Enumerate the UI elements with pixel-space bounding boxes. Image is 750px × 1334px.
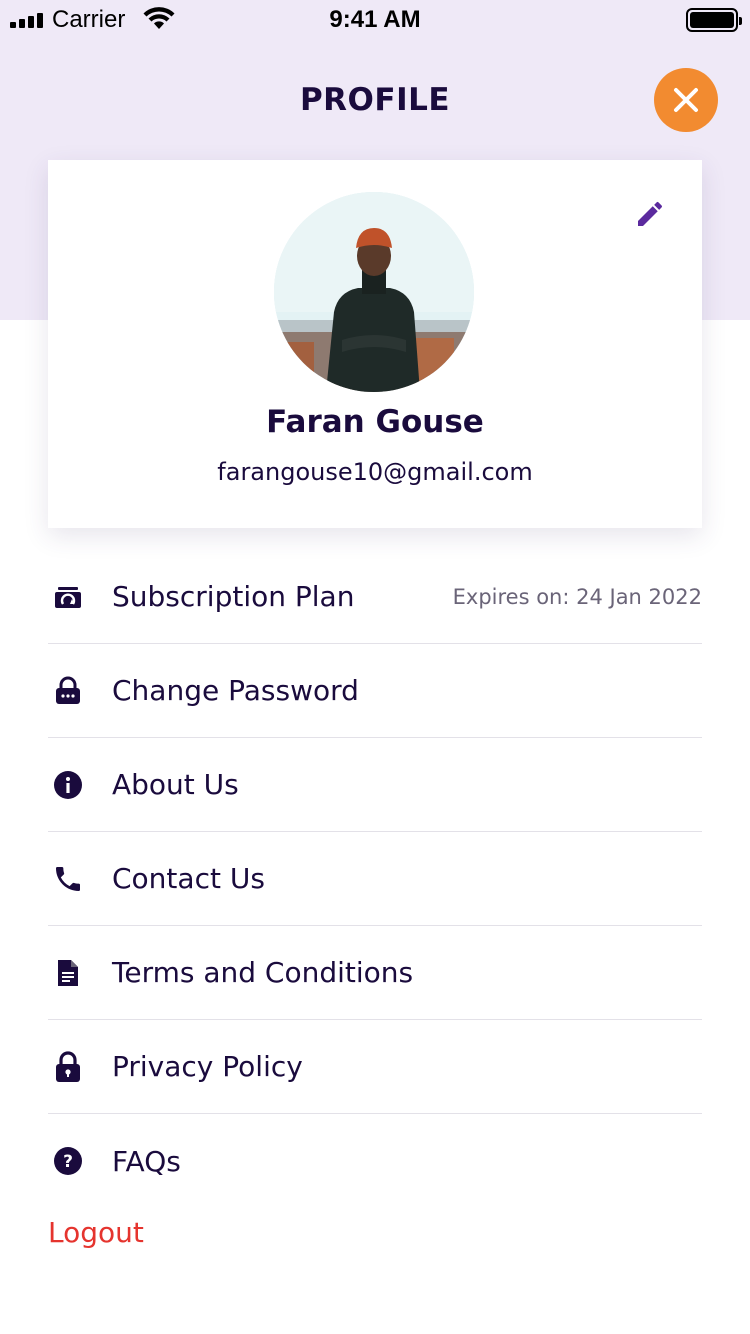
help-icon: ? [50,1143,86,1179]
pencil-icon [638,201,663,226]
menu-item-label: Terms and Conditions [112,956,414,989]
status-time: 9:41 AM [329,6,421,33]
wallet-icon [50,579,86,615]
menu-item-contact-us[interactable]: Contact Us [48,832,702,926]
menu-item-privacy-policy[interactable]: Privacy Policy [48,1020,702,1114]
close-icon [674,88,698,112]
status-bar: Carrier 9:41 AM [0,0,750,40]
phone-icon [50,861,86,897]
menu-item-label: Privacy Policy [112,1050,303,1083]
user-email: farangouse10@gmail.com [217,458,533,486]
menu-item-label: Change Password [112,674,359,707]
user-name: Faran Gouse [266,404,484,440]
lock-icon [50,1049,86,1085]
svg-text:?: ? [63,1152,73,1172]
password-lock-icon [50,673,86,709]
info-icon [50,767,86,803]
logout-button[interactable]: Logout [48,1216,144,1249]
subscription-expiry: Expires on: 24 Jan 2022 [452,584,702,609]
menu-item-label: Subscription Plan [112,580,355,613]
menu-item-label: FAQs [112,1144,181,1178]
profile-menu: Subscription Plan Expires on: 24 Jan 202… [48,550,702,1208]
close-button[interactable] [654,68,718,132]
menu-item-terms-and-conditions[interactable]: Terms and Conditions [48,926,702,1020]
menu-item-about-us[interactable]: About Us [48,738,702,832]
page-title: PROFILE [299,82,451,118]
avatar [274,192,474,392]
menu-item-label: About Us [112,768,239,801]
document-icon [50,955,86,991]
battery-icon [686,8,742,32]
profile-card: Faran Gouse farangouse10@gmail.com [48,160,702,528]
profile-photo [274,192,474,392]
edit-profile-button[interactable] [634,198,666,230]
menu-item-label: Contact Us [112,862,265,895]
menu-item-subscription-plan[interactable]: Subscription Plan Expires on: 24 Jan 202… [48,550,702,644]
menu-item-change-password[interactable]: Change Password [48,644,702,738]
menu-item-faqs[interactable]: ? FAQs [48,1114,702,1208]
